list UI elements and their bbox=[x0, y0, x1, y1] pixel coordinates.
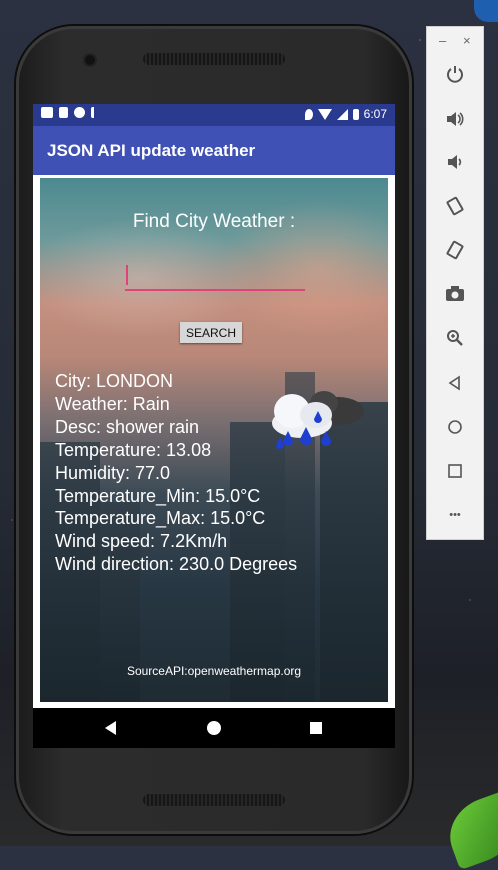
navigation-bar bbox=[33, 708, 395, 748]
search-button[interactable]: SEARCH bbox=[180, 322, 242, 343]
power-icon[interactable] bbox=[441, 60, 469, 88]
text-cursor bbox=[126, 265, 128, 285]
camera-icon[interactable] bbox=[441, 280, 469, 308]
device-screen: 6:07 JSON API update weather Find City W… bbox=[33, 104, 395, 748]
city-input[interactable] bbox=[125, 263, 305, 291]
status-time: 6:07 bbox=[363, 107, 387, 121]
sync-icon bbox=[74, 107, 85, 118]
zoom-icon[interactable] bbox=[441, 324, 469, 352]
top-speaker-grille bbox=[143, 53, 285, 65]
front-camera bbox=[85, 55, 95, 65]
rotate-left-icon[interactable] bbox=[441, 192, 469, 220]
play-store-icon bbox=[91, 107, 104, 118]
back-icon[interactable] bbox=[105, 721, 116, 735]
rotate-right-icon[interactable] bbox=[441, 236, 469, 264]
recent-apps-icon[interactable] bbox=[310, 722, 322, 734]
volume-up-icon[interactable] bbox=[441, 105, 469, 133]
gmail-icon bbox=[41, 107, 53, 118]
battery-icon bbox=[352, 108, 359, 120]
source-api-label: SourceAPI:openweathermap.org bbox=[126, 664, 302, 678]
home-icon[interactable] bbox=[441, 413, 469, 441]
temperature-max-text: Temperature_Max: 15.0°C bbox=[55, 508, 266, 529]
more-icon[interactable]: ••• bbox=[441, 501, 469, 529]
back-icon[interactable] bbox=[441, 369, 469, 397]
sd-card-icon bbox=[59, 107, 68, 118]
app-title: JSON API update weather bbox=[33, 126, 395, 175]
rain-cloud-icon bbox=[272, 391, 364, 449]
signal-icon bbox=[336, 108, 348, 120]
volume-down-icon[interactable] bbox=[441, 148, 469, 176]
wind-speed-text: Wind speed: 7.2Km/h bbox=[55, 531, 228, 552]
location-icon bbox=[304, 108, 313, 120]
emulator-toolbar: – × ••• bbox=[426, 26, 484, 540]
humidity-text: Humidity: 77.0 bbox=[55, 462, 171, 483]
wifi-icon bbox=[317, 108, 332, 120]
overview-icon[interactable] bbox=[441, 457, 469, 485]
toolbar-header: – × bbox=[427, 27, 483, 55]
bottom-speaker-grille bbox=[143, 794, 285, 806]
main-content: Find City Weather : SEARCH City: LONDON … bbox=[33, 175, 395, 708]
minimize-button[interactable]: – bbox=[439, 33, 446, 48]
close-button[interactable]: × bbox=[463, 33, 471, 48]
city-background-image: Find City Weather : SEARCH City: LONDON … bbox=[40, 178, 388, 702]
find-city-heading: Find City Weather : bbox=[132, 211, 296, 232]
home-icon[interactable] bbox=[207, 721, 221, 735]
wind-direction-text: Wind direction: 230.0 Degrees bbox=[55, 554, 298, 575]
temperature-min-text: Temperature_Min: 15.0°C bbox=[55, 485, 261, 506]
status-bar: 6:07 bbox=[33, 104, 395, 126]
